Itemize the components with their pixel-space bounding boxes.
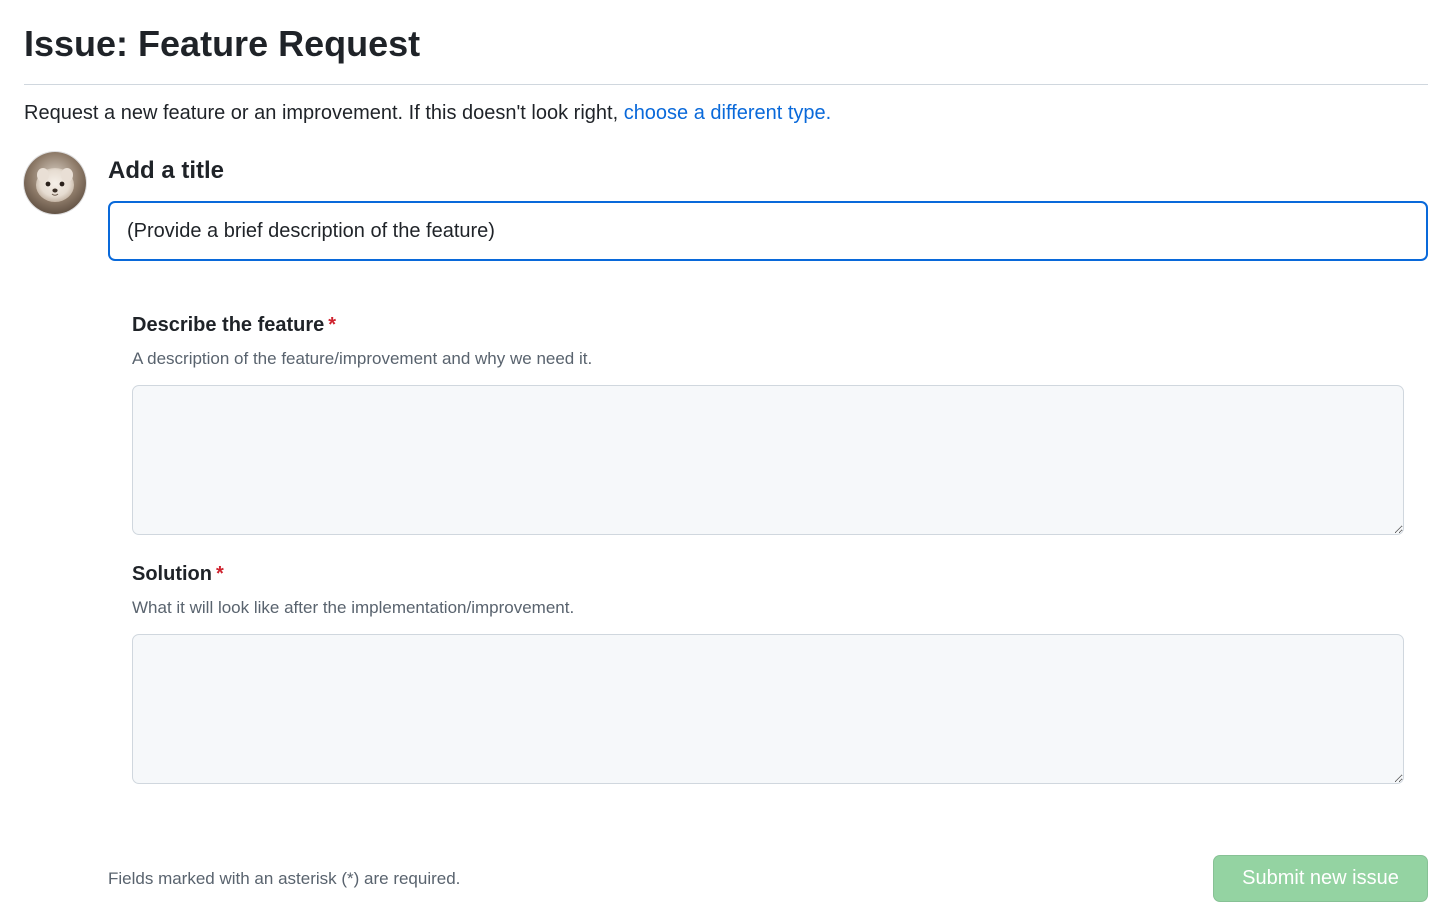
solution-label-text: Solution (132, 563, 212, 585)
solution-description: What it will look like after the impleme… (132, 598, 575, 617)
title-divider (24, 84, 1428, 85)
issue-title-input[interactable] (108, 201, 1428, 261)
describe-feature-description: A description of the feature/improvement… (132, 349, 593, 368)
required-asterisk: * (215, 563, 224, 585)
add-title-label: Add a title (108, 157, 225, 184)
page-title: Issue: Feature Request (24, 23, 421, 64)
choose-different-type-link[interactable]: choose a different type. (624, 102, 832, 124)
intro-message: Request a new feature or an improvement.… (24, 102, 624, 124)
user-avatar-icon (24, 152, 86, 214)
intro-text: Request a new feature or an improvement.… (24, 100, 831, 126)
describe-feature-label-text: Describe the feature (132, 314, 325, 336)
avatar[interactable] (24, 152, 86, 214)
solution-label: Solution * (132, 562, 224, 586)
describe-feature-label: Describe the feature * (132, 313, 336, 337)
required-fields-note: Fields marked with an asterisk (*) are r… (108, 869, 461, 888)
submit-new-issue-button[interactable]: Submit new issue (1213, 855, 1428, 902)
describe-feature-textarea[interactable] (132, 385, 1404, 535)
required-asterisk: * (328, 314, 337, 336)
solution-textarea[interactable] (132, 634, 1404, 784)
